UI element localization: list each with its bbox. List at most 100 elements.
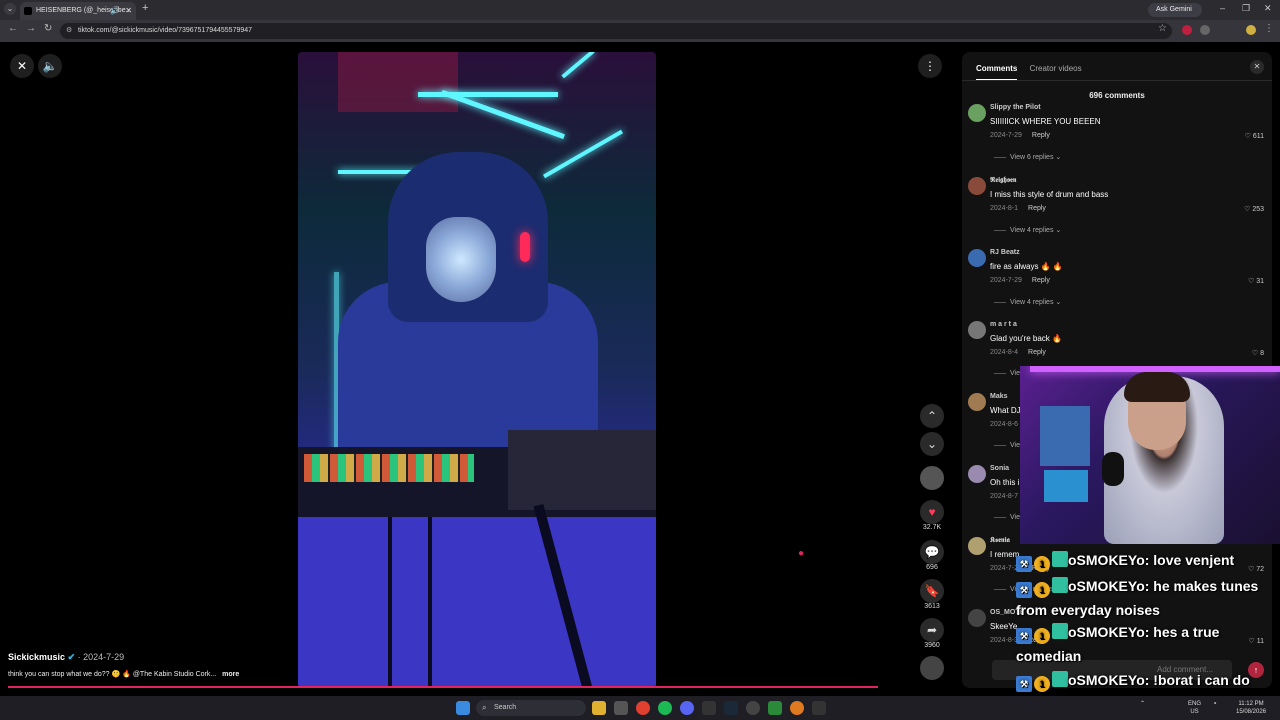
speaker-icon[interactable]: 🔊	[110, 2, 120, 20]
creator-avatar[interactable]	[920, 466, 944, 490]
share-icon[interactable]: ➦	[920, 618, 944, 642]
like-control[interactable]: ♥ 32.7K	[920, 500, 944, 531]
commenter-name[interactable]: Maks	[990, 393, 1008, 400]
wifi-icon[interactable]: ◔	[1212, 700, 1217, 708]
taskbar-search[interactable]: ⌕ Search	[476, 700, 586, 716]
avatar[interactable]	[968, 609, 986, 627]
address-bar[interactable]: ⚙ tiktok.com/@sickickmusic/video/7396751…	[60, 23, 1172, 39]
more-options-icon[interactable]: ⋮	[918, 54, 942, 78]
avatar[interactable]	[968, 249, 986, 267]
site-info-icon[interactable]: ⚙	[66, 23, 72, 39]
close-video-icon[interactable]: ✕	[10, 54, 34, 78]
view-replies-button[interactable]: View 6 replies ⌄	[994, 153, 1061, 161]
neon-bar	[418, 92, 558, 97]
file-explorer-icon[interactable]	[592, 701, 606, 715]
app-icon[interactable]	[812, 701, 826, 715]
heart-icon[interactable]: ♥	[920, 500, 944, 524]
comment-control[interactable]: 💬 696	[920, 540, 944, 571]
start-icon[interactable]	[456, 701, 470, 715]
launchpad-pads	[304, 454, 474, 482]
share-control[interactable]: ➦ 3960	[920, 618, 944, 649]
obs-icon[interactable]	[746, 701, 760, 715]
browser-tab[interactable]: HEISENBERG (@_heisenbe... 🔊 ✕	[20, 2, 136, 20]
language-indicator[interactable]: ENG US	[1188, 700, 1201, 716]
commenter-name[interactable]: Slippy the Pilot	[990, 104, 1041, 111]
reply-button[interactable]: Reply	[1032, 277, 1050, 284]
reply-button[interactable]: Reply	[1028, 349, 1046, 356]
comment-likes[interactable]: ♡ 8	[1252, 349, 1264, 357]
avatar[interactable]	[968, 321, 986, 339]
maximize-icon[interactable]: ❐	[1242, 3, 1250, 14]
app-icon[interactable]	[768, 701, 782, 715]
minimize-icon[interactable]: –	[1220, 3, 1225, 13]
ask-gemini-button[interactable]: Ask Gemini	[1148, 3, 1202, 17]
music-disc-icon[interactable]	[920, 656, 944, 680]
avatar[interactable]	[968, 393, 986, 411]
new-tab-button[interactable]: +	[142, 2, 148, 14]
avatar[interactable]	[968, 177, 986, 195]
commenter-name[interactable]: RJ Beatz	[990, 249, 1020, 256]
tray-chevron-icon[interactable]: ⌃	[1140, 700, 1145, 708]
author-name[interactable]: Sickickmusic	[8, 652, 65, 662]
bookmark-star-icon[interactable]: ☆	[1158, 23, 1167, 34]
comment-meta: 2024-8-4 Reply	[990, 349, 1046, 356]
steam-icon[interactable]	[724, 701, 738, 715]
avatar[interactable]	[920, 466, 944, 490]
sub-badge-icon: 1	[1034, 628, 1050, 644]
clock[interactable]: 11:12 PM 15/08/2026	[1236, 700, 1266, 716]
browser-icon[interactable]	[790, 701, 804, 715]
date: 15/08/2026	[1236, 709, 1267, 715]
sound-disc[interactable]	[920, 656, 944, 680]
profile-avatar[interactable]	[1246, 25, 1256, 35]
avatar[interactable]	[968, 104, 986, 122]
prev-video-control[interactable]: ⌃	[920, 404, 944, 428]
chevron-up-icon[interactable]: ⌃	[920, 404, 944, 428]
comment-likes[interactable]: ♡ 31	[1248, 277, 1264, 285]
close-panel-icon[interactable]: ✕	[1250, 60, 1264, 74]
extension-icon[interactable]	[1182, 25, 1192, 35]
volume-icon[interactable]: 🔈	[38, 54, 62, 78]
commenter-name[interactable]: 𝕶𝖘𝖊𝖓𝖎𝖆	[990, 537, 1010, 545]
chrome-icon[interactable]	[636, 701, 650, 715]
commenter-name[interactable]: 𝕽𝖊𝖎𝖌𝖍𝖔𝖊𝖓	[990, 177, 1016, 185]
back-icon[interactable]: ←	[8, 23, 18, 34]
tab-creator-videos[interactable]: Creator videos	[1030, 64, 1082, 79]
view-replies-button[interactable]: View 4 replies ⌄	[994, 298, 1061, 306]
reload-icon[interactable]: ↻	[44, 23, 52, 34]
commenter-name[interactable]: m a r t a	[990, 321, 1017, 328]
tab-comments[interactable]: Comments	[976, 64, 1018, 81]
view-replies-button[interactable]: View 4 replies ⌄	[994, 226, 1061, 234]
extensions-puzzle-icon[interactable]	[1200, 25, 1210, 35]
bookmark-icon[interactable]: 🔖	[920, 579, 944, 603]
commenter-name[interactable]: Sonia	[990, 465, 1009, 472]
search-icon: ⌕	[482, 703, 487, 712]
spotify-icon[interactable]	[658, 701, 672, 715]
app-icon[interactable]	[614, 701, 628, 715]
more-link[interactable]: more	[222, 671, 239, 678]
region: US	[1190, 709, 1199, 715]
chevron-down-icon[interactable]: ⌄	[920, 432, 944, 456]
discord-icon[interactable]	[680, 701, 694, 715]
close-window-icon[interactable]: ✕	[1264, 3, 1272, 14]
tab-list-button[interactable]: ⌄	[4, 3, 16, 15]
close-tab-icon[interactable]: ✕	[125, 2, 132, 20]
avatar[interactable]	[968, 537, 986, 555]
badge-icon: ⚒	[1016, 676, 1032, 692]
next-video-control[interactable]: ⌄	[920, 432, 944, 456]
avatar[interactable]	[968, 465, 986, 483]
comment-likes[interactable]: ♡ 611	[1245, 132, 1264, 140]
caption-text: think you can stop what we do?? 🤫 🔥 @The…	[8, 671, 217, 678]
terminal-icon[interactable]	[702, 701, 716, 715]
video-player[interactable]	[298, 52, 656, 688]
comment-text: I miss this style of drum and bass	[990, 190, 1109, 199]
forward-icon[interactable]: →	[26, 23, 36, 34]
cable	[388, 517, 392, 688]
comment-icon[interactable]: 💬	[920, 540, 944, 564]
comment-likes[interactable]: ♡ 253	[1244, 205, 1264, 213]
save-control[interactable]: 🔖 3613	[920, 579, 944, 610]
video-author[interactable]: Sickickmusic ✔ · 2024-7-29	[8, 652, 124, 663]
reply-button[interactable]: Reply	[1028, 205, 1046, 212]
video-progress-bar[interactable]	[8, 686, 878, 688]
reply-button[interactable]: Reply	[1032, 132, 1050, 139]
browser-menu-icon[interactable]: ⋮	[1264, 23, 1274, 34]
